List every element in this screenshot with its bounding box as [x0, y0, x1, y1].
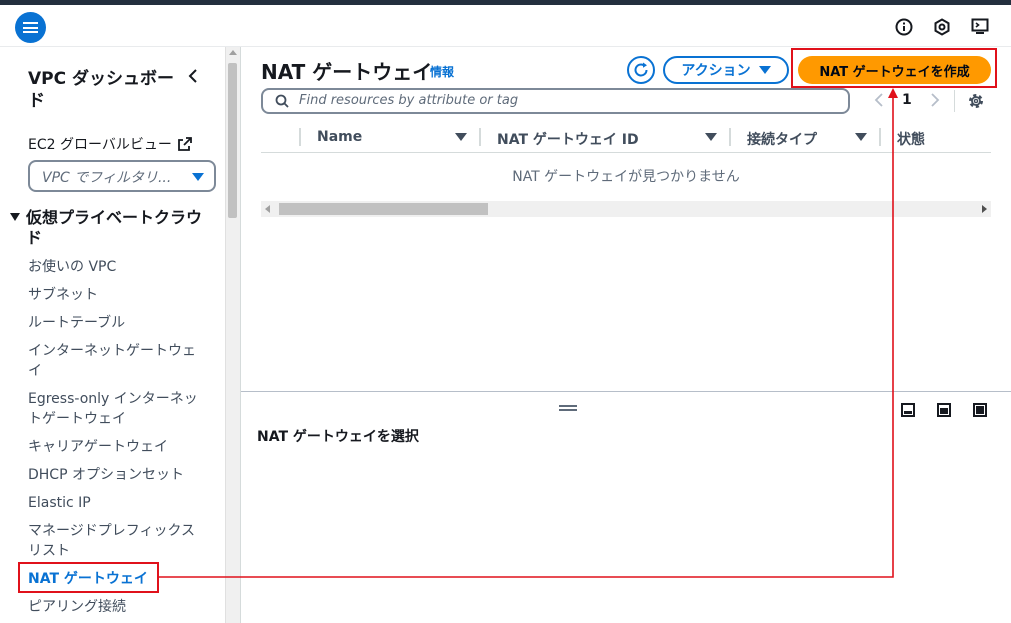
annotation-highlight-sidebar-nat — [18, 562, 159, 593]
refresh-button[interactable] — [627, 56, 655, 84]
scroll-left-arrow-icon[interactable] — [265, 205, 270, 213]
next-page-icon[interactable] — [928, 92, 942, 108]
refresh-icon — [634, 62, 648, 77]
ec2-global-view-label: EC2 グローバルビュー — [28, 137, 172, 153]
sidebar-section-label: 仮想プライベートクラウド — [26, 208, 203, 247]
sidebar-item-dhcp-option-sets[interactable]: DHCP オプションセット — [28, 465, 218, 485]
sidebar-item-carrier-gateways[interactable]: キャリアゲートウェイ — [28, 437, 218, 457]
gear-icon[interactable] — [967, 92, 985, 110]
search-icon — [275, 94, 289, 108]
layout-side-panel-icon[interactable] — [937, 402, 951, 417]
column-header-state[interactable]: 状態 — [897, 129, 925, 149]
table-header: Name NAT ゲートウェイ ID 接続タイプ 状態 — [261, 124, 991, 153]
scroll-up-arrow-icon[interactable] — [229, 50, 237, 55]
sidebar-ec2-global-view-link[interactable]: EC2 グローバルビュー — [28, 134, 192, 154]
scroll-right-arrow-icon[interactable] — [982, 205, 987, 213]
panel-divider — [240, 47, 241, 623]
console-terminal-icon[interactable] — [970, 17, 990, 37]
sidebar-item-egress-only-gateways[interactable]: Egress-only インターネットゲートウェイ — [28, 389, 203, 429]
horizontal-scrollbar-thumb[interactable] — [279, 203, 488, 215]
vpc-filter-select[interactable]: VPC でフィルタリ... — [28, 160, 216, 192]
sort-caret-icon[interactable] — [855, 133, 867, 141]
column-header-connectivity-type[interactable]: 接続タイプ — [747, 129, 817, 149]
search-input[interactable]: Find resources by attribute or tag — [261, 88, 850, 114]
hamburger-icon — [23, 22, 38, 33]
column-header-name[interactable]: Name — [317, 129, 362, 145]
column-header-nat-gateway-id[interactable]: NAT ゲートウェイ ID — [497, 129, 639, 149]
column-divider — [299, 128, 301, 146]
pagination-divider — [954, 90, 955, 112]
column-divider[interactable] — [729, 128, 731, 146]
annotation-highlight-create-button — [791, 48, 997, 88]
sort-caret-icon[interactable] — [455, 133, 467, 141]
info-circle-icon[interactable] — [894, 17, 914, 37]
vpc-filter-placeholder: VPC でフィルタリ... — [42, 170, 172, 186]
layout-full-panel-icon[interactable] — [973, 402, 987, 417]
sidebar-item-elastic-ip[interactable]: Elastic IP — [28, 493, 218, 513]
page-title: NAT ゲートウェイ — [261, 60, 433, 84]
actions-dropdown-button[interactable]: アクション — [663, 56, 789, 84]
sidebar-item-internet-gateways[interactable]: インターネットゲートウェイ — [28, 341, 203, 381]
sidebar-title[interactable]: VPC ダッシュボード — [28, 68, 178, 112]
current-page-number[interactable]: 1 — [902, 92, 912, 108]
resize-handle-icon[interactable] — [559, 405, 577, 411]
search-placeholder: Find resources by attribute or tag — [299, 93, 519, 108]
previous-page-icon[interactable] — [872, 92, 886, 108]
sidebar-section-vpc[interactable]: 仮想プライベートクラウド — [10, 208, 210, 248]
column-divider[interactable] — [879, 128, 881, 146]
split-panel-divider — [241, 391, 1011, 392]
sort-caret-icon[interactable] — [705, 133, 717, 141]
sidebar-item-route-tables[interactable]: ルートテーブル — [28, 313, 218, 333]
caret-down-icon — [192, 173, 204, 181]
cloudshell-hex-icon[interactable] — [932, 17, 952, 37]
menu-button[interactable] — [15, 12, 46, 43]
top-bar — [0, 5, 1011, 47]
sidebar-item-your-vpcs[interactable]: お使いの VPC — [28, 257, 218, 277]
actions-label: アクション — [681, 63, 751, 79]
sidebar-scrollbar-thumb[interactable] — [228, 63, 237, 218]
info-link[interactable]: 情報 — [430, 63, 454, 80]
sidebar-item-managed-prefix-lists[interactable]: マネージドプレフィックスリスト — [28, 521, 203, 561]
caret-down-icon — [758, 66, 771, 74]
detail-panel-title: NAT ゲートウェイを選択 — [257, 429, 419, 445]
collapse-chevron-icon[interactable] — [186, 68, 202, 84]
empty-table-message: NAT ゲートウェイが見つかりません — [512, 169, 740, 185]
sidebar-item-peering-connections[interactable]: ピアリング接続 — [28, 597, 218, 617]
column-divider[interactable] — [479, 128, 481, 146]
layout-bottom-panel-icon[interactable] — [901, 402, 915, 417]
sidebar-item-subnets[interactable]: サブネット — [28, 285, 218, 305]
caret-down-icon — [10, 213, 20, 221]
external-link-icon — [177, 137, 192, 151]
